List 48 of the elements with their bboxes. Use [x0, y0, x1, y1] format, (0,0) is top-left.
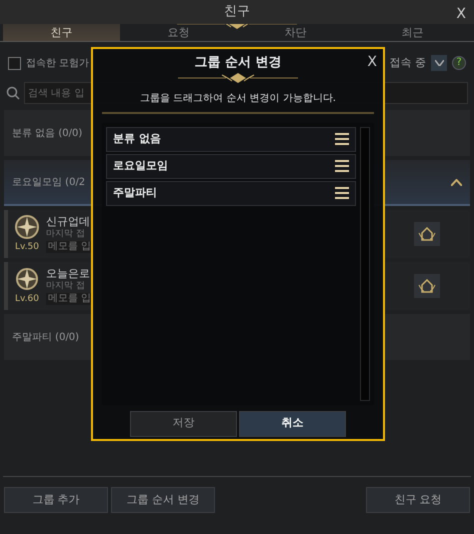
drag-handle-icon[interactable] — [335, 187, 349, 199]
close-button[interactable]: X — [456, 4, 466, 25]
dialog-button[interactable]: 저장 — [130, 410, 237, 436]
level-label: Lv.60 — [15, 293, 39, 306]
group-item[interactable]: 주말파티 — [106, 180, 356, 206]
group-name: 분류 없음 (0/0) — [12, 126, 82, 140]
last-login: 마지막 접 — [46, 280, 86, 292]
footer-button[interactable]: 그룹 추가 — [4, 487, 108, 513]
footer-button[interactable]: 그룹 순서 변경 — [111, 487, 215, 513]
group-item-label: 로요일모임 — [113, 158, 168, 174]
group-item[interactable]: 로요일모임 — [106, 154, 356, 178]
guild-button[interactable] — [414, 222, 440, 246]
window-title: 친구 — [224, 3, 250, 22]
group-item[interactable]: 분류 없음 — [106, 126, 356, 152]
scrollbar[interactable] — [360, 126, 370, 400]
group-name: 로요일모임 (0/2 — [12, 176, 86, 190]
search-icon — [6, 86, 20, 100]
guild-button[interactable] — [414, 274, 440, 298]
chevron-down-icon — [434, 60, 444, 66]
crest-icon — [418, 279, 436, 293]
last-login: 마지막 접 — [46, 228, 86, 240]
memo-field[interactable]: 메모를 입 — [46, 292, 94, 304]
friend-name: 오늘은로 — [46, 268, 91, 280]
crest-icon — [418, 227, 436, 241]
group-item-label: 분류 없음 — [113, 130, 161, 147]
dialog-button[interactable]: 취소 — [239, 410, 346, 436]
friend-name: 신규업데 — [46, 216, 91, 228]
instruction-text: 그룹을 드래그하여 순서 변경이 가능합니다. — [140, 92, 336, 106]
drag-handle-icon[interactable] — [335, 133, 349, 145]
tab[interactable]: 최근 — [354, 24, 471, 41]
tab[interactable]: 요청 — [120, 24, 237, 41]
status-dropdown[interactable] — [431, 55, 447, 71]
emblem-icon — [13, 213, 41, 242]
status-label: 접속 중 — [390, 54, 426, 71]
group-name: 주말파티 (0/0) — [12, 330, 80, 344]
dialog-title: 그룹 순서 변경 — [194, 54, 282, 72]
group-item-label: 주말파티 — [113, 184, 157, 201]
chevron-up-icon — [451, 178, 462, 186]
filter-label: 접속한 모험가 — [26, 56, 90, 70]
level-label: Lv.50 — [15, 241, 39, 254]
tab[interactable]: 차단 — [237, 24, 354, 41]
drag-handle-icon[interactable] — [335, 160, 349, 172]
checkbox[interactable] — [8, 56, 21, 70]
help-button[interactable]: ? — [452, 56, 466, 70]
footer-button[interactable]: 친구 요청 — [366, 487, 470, 513]
dialog-close-button[interactable]: X — [367, 52, 377, 73]
memo-field[interactable]: 메모를 입 — [46, 240, 94, 252]
tab[interactable]: 친구 — [3, 24, 120, 41]
